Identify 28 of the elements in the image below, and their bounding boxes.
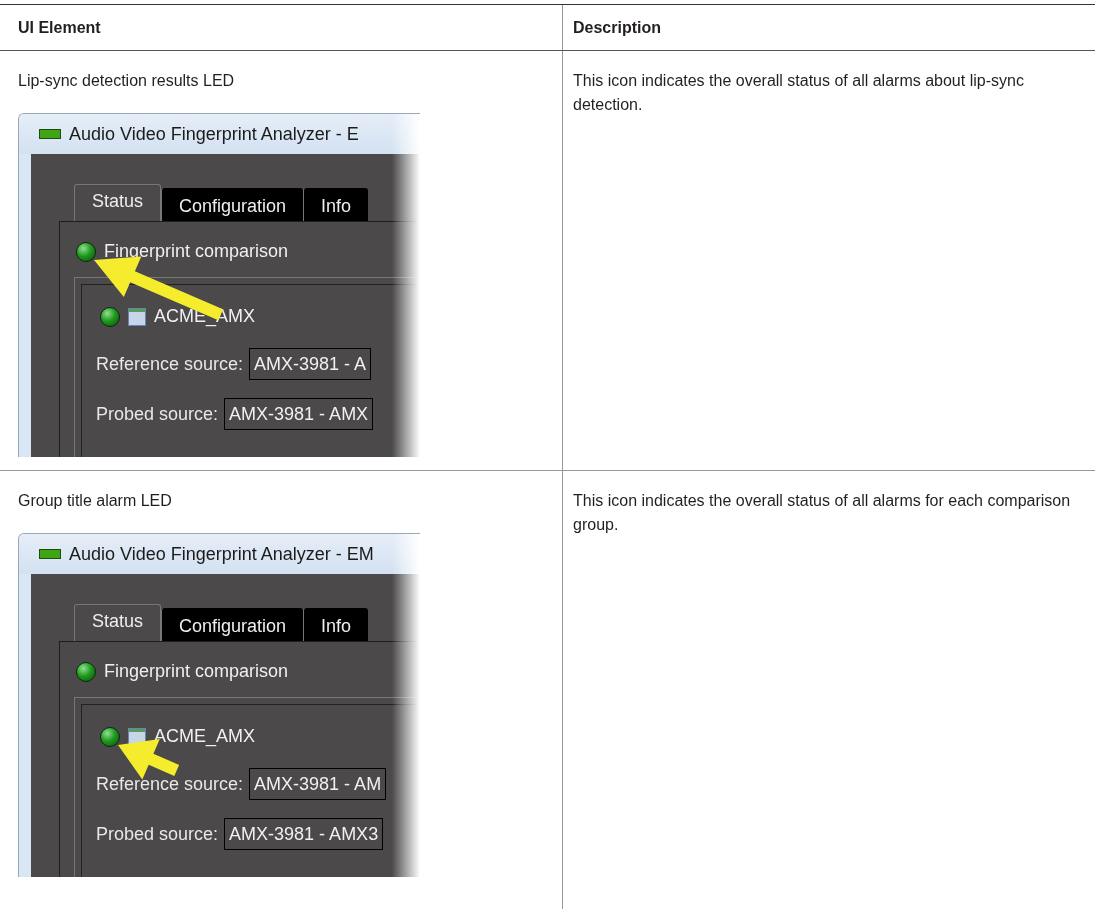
window-title: Audio Video Fingerprint Analyzer - E: [69, 122, 359, 146]
tab[interactable]: Configuration: [161, 608, 304, 641]
section-title: Fingerprint comparison: [104, 660, 289, 683]
source-field[interactable]: AMX-3981 - AMX3: [224, 818, 384, 850]
tab[interactable]: Info: [303, 608, 369, 641]
description-text: This icon indicates the overall status of all alarms for each comparison group.: [573, 491, 1072, 535]
column-header: UI Element: [18, 17, 101, 38]
window-title: Audio Video Fingerprint Analyzer - EM: [69, 542, 374, 566]
app-icon: [39, 129, 61, 139]
tab[interactable]: Info: [303, 188, 369, 221]
group-title: ACME_AMX: [154, 725, 256, 749]
description-text: This icon indicates the overall status of all alarms about lip-sync detection.: [573, 71, 1025, 115]
field-label: Reference source:: [96, 772, 244, 796]
source-field[interactable]: AMX-3981 - A: [249, 348, 372, 380]
tab[interactable]: Status: [74, 604, 162, 641]
field-label: Probed source:: [96, 822, 219, 846]
field-label: Probed source:: [96, 402, 219, 426]
ui-element-name: Group title alarm LED: [18, 491, 172, 511]
field-label: Reference source:: [96, 352, 244, 376]
table-icon: [128, 307, 146, 326]
tab[interactable]: Configuration: [161, 188, 304, 221]
ui-element-name: Lip-sync detection results LED: [18, 71, 235, 91]
source-field[interactable]: AMX-3981 - AMX: [224, 398, 374, 430]
source-field[interactable]: AMX-3981 - AM: [249, 768, 387, 800]
section-title: Fingerprint comparison: [104, 240, 289, 263]
column-header: Description: [573, 17, 661, 38]
app-icon: [39, 549, 61, 559]
tab[interactable]: Status: [74, 184, 162, 221]
